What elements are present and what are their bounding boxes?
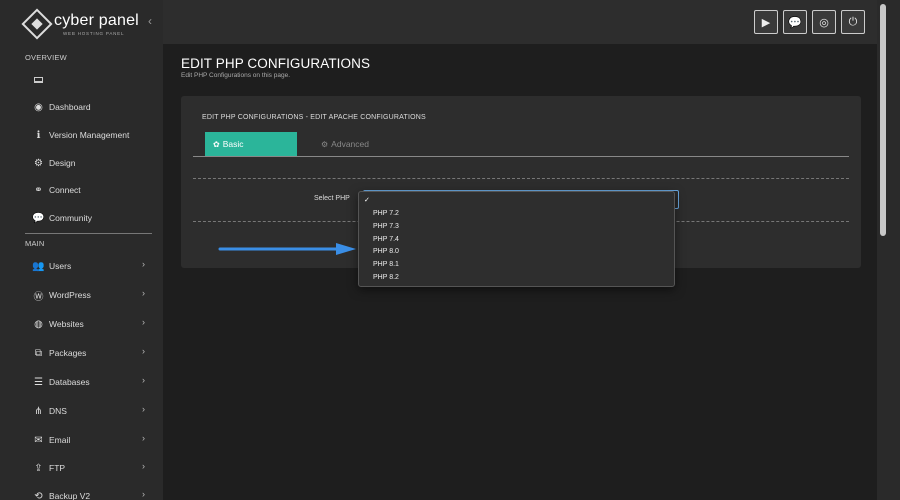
chevron-right-icon: ›: [142, 288, 145, 298]
sidebar-item-community[interactable]: 💬 Community: [32, 211, 153, 225]
chat-bubbles-icon: 💬: [788, 16, 802, 29]
option-php-82[interactable]: PHP 8.2: [373, 274, 399, 281]
tab-basic-label: Basic: [222, 139, 244, 149]
sidebar-item-label: Packages: [49, 348, 87, 358]
cubes-icon: ⧉: [34, 347, 43, 359]
chevron-right-icon: ›: [142, 259, 145, 269]
tab-advanced-label: Advanced: [331, 139, 369, 149]
option-php-72[interactable]: PHP 7.2: [373, 210, 399, 217]
sidebar-item-design[interactable]: ⚙ Design: [33, 156, 153, 170]
cyberpanel-logo-icon: [21, 8, 53, 40]
sidebar-item-version-management[interactable]: ℹ Version Management: [33, 128, 153, 142]
envelope-icon: ✉: [34, 434, 43, 446]
sidebar-item-label: Design: [49, 158, 76, 168]
upload-icon: ⇪: [34, 462, 43, 474]
sidebar-item-packages[interactable]: ⧉ Packages ›: [33, 346, 153, 360]
chat-button[interactable]: 💬: [783, 10, 807, 34]
tab-basic[interactable]: ✿ Basic: [205, 132, 297, 156]
dashboard-icon: ◉: [34, 101, 43, 113]
sidebar-item-dns[interactable]: ⋔ DNS ›: [33, 404, 153, 418]
sidebar-item-label: Websites: [49, 319, 84, 329]
sidebar-item-email[interactable]: ✉ Email ›: [33, 433, 153, 447]
php-version-dropdown[interactable]: ✓ PHP 7.2 PHP 7.3 PHP 7.4 PHP 8.0 PHP 8.…: [358, 191, 675, 287]
sidebar-item-users[interactable]: 👥 Users ›: [32, 259, 153, 273]
checkmark-icon: ✓: [364, 197, 370, 204]
dashed-divider: [193, 178, 849, 179]
section-overview: OVERVIEW: [25, 53, 67, 62]
wordpress-icon: Ⓦ: [33, 291, 44, 303]
sidebar: cyber panel WEB HOSTING PANEL ‹ OVERVIEW…: [0, 0, 163, 500]
support-button[interactable]: ◎: [812, 10, 836, 34]
youtube-button[interactable]: ▶: [754, 10, 778, 34]
scrollbar-thumb[interactable]: [880, 4, 886, 236]
chat-icon: 💬: [32, 212, 45, 224]
brand-name: cyber panel: [54, 12, 139, 29]
chevron-right-icon: ›: [142, 461, 145, 471]
chevron-right-icon: ›: [142, 375, 145, 385]
logo[interactable]: cyber panel WEB HOSTING PANEL: [21, 8, 146, 40]
option-php-80[interactable]: PHP 8.0: [373, 248, 399, 255]
sidebar-item-label: Dashboard: [49, 102, 91, 112]
sidebar-item-connect[interactable]: ⚭ Connect: [33, 183, 153, 197]
option-php-73[interactable]: PHP 7.3: [373, 223, 399, 230]
sidebar-item-label: WordPress: [49, 290, 91, 300]
info-icon: ℹ: [36, 129, 41, 141]
link-icon: ⚭: [34, 184, 43, 196]
globe-icon: ◍: [34, 318, 43, 330]
sidebar-item-label: Users: [49, 261, 72, 271]
tab-advanced[interactable]: ⚙ Advanced: [321, 139, 369, 149]
sidebar-item-label: Backup V2: [49, 491, 91, 500]
gear-icon: ⚙: [34, 157, 43, 169]
sidebar-item-label: Version Management: [49, 130, 130, 140]
backup-icon: ⟲: [34, 490, 43, 500]
sidebar-item-backup-v2[interactable]: ⟲ Backup V2 ›: [33, 489, 153, 500]
sidebar-item-label: Community: [49, 213, 92, 223]
top-bar: ▶ 💬 ◎ ⏻: [163, 0, 877, 44]
gears-icon: ⚙: [321, 139, 329, 149]
sidebar-item-dashboard[interactable]: ◉ Dashboard: [33, 100, 153, 114]
panel-title: EDIT PHP CONFIGURATIONS - EDIT APACHE CO…: [202, 114, 426, 121]
logout-button[interactable]: ⏻: [841, 10, 865, 34]
chevron-right-icon: ›: [142, 317, 145, 327]
sidebar-item-label: Connect: [49, 185, 81, 195]
option-php-81[interactable]: PHP 8.1: [373, 261, 399, 268]
page-title: EDIT PHP CONFIGURATIONS: [181, 56, 371, 71]
chevron-right-icon: ›: [142, 346, 145, 356]
chevron-right-icon: ›: [142, 404, 145, 414]
section-main: MAIN: [25, 239, 45, 248]
sitemap-icon: ⋔: [34, 405, 43, 417]
laptop-icon: [33, 75, 44, 86]
youtube-icon: ▶: [761, 16, 771, 29]
select-php-label: Select PHP: [314, 195, 350, 202]
sidebar-item-wordpress[interactable]: Ⓦ WordPress ›: [33, 288, 153, 303]
lifebuoy-icon: ◎: [819, 16, 829, 29]
sidebar-item-label: DNS: [49, 406, 67, 416]
chevron-right-icon: ›: [142, 489, 145, 499]
sidebar-item-databases[interactable]: ☰ Databases ›: [33, 375, 153, 389]
sidebar-item-home[interactable]: [33, 73, 153, 87]
divider: [25, 233, 152, 234]
sidebar-item-label: FTP: [49, 463, 66, 473]
sidebar-item-label: Email: [49, 435, 71, 445]
sidebar-item-ftp[interactable]: ⇪ FTP ›: [33, 461, 153, 475]
gear-icon: ✿: [213, 139, 220, 149]
chevron-right-icon: ›: [142, 433, 145, 443]
brand-tagline: WEB HOSTING PANEL: [63, 31, 125, 36]
sidebar-item-websites[interactable]: ◍ Websites ›: [33, 317, 153, 331]
database-icon: ☰: [34, 376, 43, 388]
tab-underline: [193, 156, 849, 157]
collapse-sidebar-icon[interactable]: ‹: [148, 14, 152, 28]
power-icon: ⏻: [848, 15, 858, 28]
sidebar-item-label: Databases: [49, 377, 90, 387]
option-php-74[interactable]: PHP 7.4: [373, 236, 399, 243]
users-icon: 👥: [32, 260, 45, 272]
pointer-arrow-icon: [218, 243, 356, 255]
page-subtitle: Edit PHP Configurations on this page.: [181, 72, 291, 79]
